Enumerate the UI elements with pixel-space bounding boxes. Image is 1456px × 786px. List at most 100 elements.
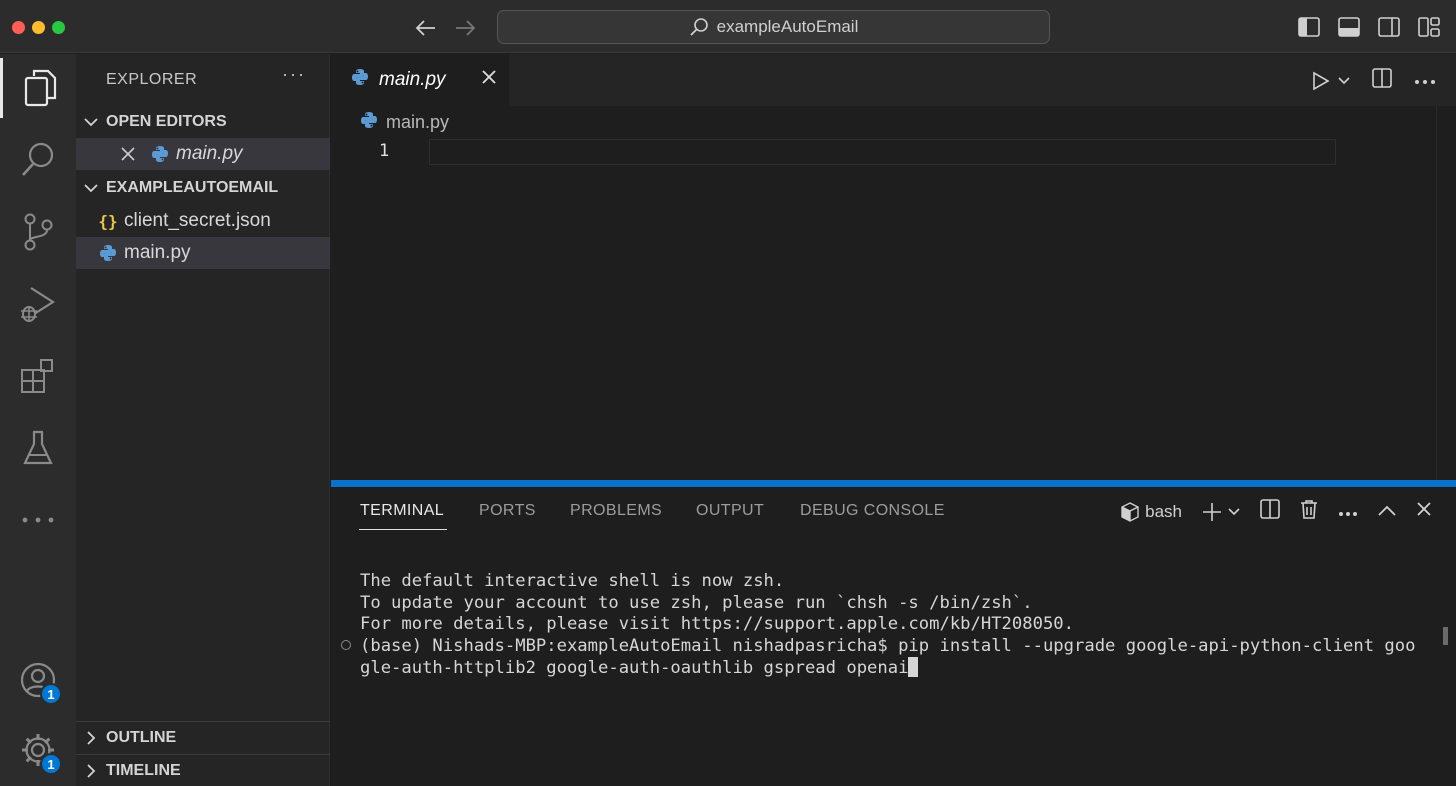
customize-layout-button[interactable] — [1416, 14, 1442, 40]
breadcrumb[interactable]: main.py — [360, 111, 449, 134]
extensions-icon — [21, 359, 53, 393]
more-views-button[interactable] — [0, 490, 76, 550]
explorer-more-actions-button[interactable]: ··· — [282, 64, 306, 85]
files-icon — [24, 69, 56, 107]
tab-ports[interactable]: PORTS — [479, 502, 536, 520]
file-label: main.py — [124, 242, 191, 263]
split-terminal-button[interactable] — [1260, 499, 1280, 524]
tab-label: main.py — [379, 69, 446, 90]
close-icon — [121, 147, 135, 161]
terminal-cube-icon — [1121, 501, 1139, 522]
source-control-icon — [24, 213, 53, 251]
chevron-up-icon — [1378, 505, 1396, 516]
source-control-view-button[interactable] — [0, 202, 76, 262]
ellipsis-icon — [1339, 511, 1357, 516]
open-editor-label: main.py — [176, 143, 243, 164]
toggle-sidebar-button[interactable] — [1296, 14, 1322, 40]
close-icon — [1417, 502, 1431, 516]
command-decoration-icon[interactable] — [341, 640, 351, 650]
explorer-sidebar: EXPLORER ··· OPEN EDITORS main.py EXAMPL… — [76, 54, 330, 786]
editor-more-actions-button[interactable] — [1414, 72, 1436, 90]
toggle-panel-button[interactable] — [1336, 14, 1362, 40]
timeline-label: TIMELINE — [106, 762, 181, 779]
python-icon — [148, 145, 172, 163]
tab-terminal[interactable]: TERMINAL — [360, 502, 444, 520]
split-terminal-icon — [1260, 499, 1280, 519]
accounts-badge: 1 — [40, 683, 62, 705]
terminal-output[interactable]: The default interactive shell is now zsh… — [360, 571, 1415, 680]
command-center-search[interactable]: exampleAutoEmail — [497, 10, 1050, 44]
file-label: client_secret.json — [124, 210, 271, 231]
sidebar-title: EXPLORER — [106, 71, 198, 88]
close-icon — [482, 70, 496, 84]
shell-label: bash — [1145, 501, 1182, 521]
split-editor-button[interactable] — [1372, 68, 1392, 93]
close-panel-button[interactable] — [1416, 501, 1432, 522]
file-item-main-py[interactable]: main.py — [76, 237, 330, 269]
extensions-view-button[interactable] — [0, 346, 76, 406]
tab-main-py[interactable]: main.py — [331, 54, 509, 106]
file-item-client-secret[interactable]: {} client_secret.json — [76, 205, 330, 237]
terminal-line: gle-auth-httplib2 google-auth-oauthlib g… — [360, 658, 909, 678]
close-window-button[interactable] — [12, 21, 25, 34]
terminal-cursor — [908, 657, 919, 677]
editor-scrollbar[interactable] — [1436, 106, 1456, 480]
timeline-header[interactable]: TIMELINE — [76, 755, 330, 786]
testing-view-button[interactable] — [0, 418, 76, 478]
search-view-button[interactable] — [0, 130, 76, 190]
run-debug-view-button[interactable] — [0, 274, 76, 334]
panel-sash[interactable] — [331, 480, 1456, 487]
run-python-button[interactable] — [1312, 71, 1350, 91]
python-icon — [351, 68, 369, 92]
customize-layout-icon — [1418, 17, 1440, 37]
close-editor-button[interactable] — [116, 147, 140, 161]
explorer-view-button[interactable] — [0, 58, 76, 118]
ellipsis-icon — [22, 517, 54, 523]
search-icon — [22, 142, 54, 176]
forward-button[interactable] — [451, 14, 479, 42]
plus-icon — [1203, 502, 1221, 521]
tab-debug-console[interactable]: DEBUG CONSOLE — [800, 502, 945, 520]
code-editor-line[interactable] — [429, 139, 1336, 165]
panel-layout-icon — [1338, 17, 1360, 37]
chevron-right-icon — [87, 731, 96, 745]
open-editors-header[interactable]: OPEN EDITORS — [76, 106, 330, 138]
search-text: exampleAutoEmail — [716, 17, 859, 36]
tab-problems[interactable]: PROBLEMS — [570, 502, 662, 520]
zoom-window-button[interactable] — [52, 21, 65, 34]
layout-controls — [1296, 14, 1442, 40]
toggle-secondary-sidebar-button[interactable] — [1376, 14, 1402, 40]
chevron-right-icon — [87, 764, 96, 778]
back-button[interactable] — [412, 14, 440, 42]
manage-settings-button[interactable]: 1 — [0, 720, 76, 780]
panel-actions: bash — [1121, 499, 1432, 524]
minimize-window-button[interactable] — [32, 21, 45, 34]
kill-terminal-button[interactable] — [1300, 499, 1318, 524]
open-editor-item[interactable]: main.py — [76, 138, 330, 170]
panel-more-actions-button[interactable] — [1338, 502, 1358, 522]
ellipsis-icon — [1415, 79, 1435, 84]
maximize-panel-button[interactable] — [1378, 502, 1396, 522]
accounts-button[interactable]: 1 — [0, 650, 76, 710]
terminal-panel: TERMINAL PORTS PROBLEMS OUTPUT DEBUG CON… — [331, 487, 1456, 786]
folder-header[interactable]: EXAMPLEAUTOEMAIL — [76, 172, 330, 204]
folder-label: EXAMPLEAUTOEMAIL — [106, 179, 279, 196]
search-icon — [689, 18, 708, 36]
outline-header[interactable]: OUTLINE — [76, 722, 330, 754]
close-tab-button[interactable] — [481, 69, 497, 91]
terminal-line: (base) Nishads-MBP:exampleAutoEmail nish… — [360, 635, 1416, 656]
new-terminal-button[interactable] — [1202, 502, 1240, 522]
sidebar-layout-icon — [1298, 17, 1320, 37]
terminal-line: For more details, please visit https://s… — [360, 614, 1074, 634]
open-editors-label: OPEN EDITORS — [106, 113, 227, 130]
tab-output[interactable]: OUTPUT — [696, 502, 764, 520]
chevron-down-icon — [84, 184, 98, 193]
trash-icon — [1301, 500, 1317, 519]
settings-badge: 1 — [40, 753, 62, 775]
breadcrumb-file: main.py — [386, 112, 450, 132]
outline-label: OUTLINE — [106, 729, 177, 746]
title-bar: exampleAutoEmail — [0, 0, 1456, 53]
python-icon — [360, 111, 378, 134]
terminal-scrollbar[interactable] — [1443, 627, 1448, 645]
terminal-shell-selector[interactable]: bash — [1121, 502, 1182, 522]
